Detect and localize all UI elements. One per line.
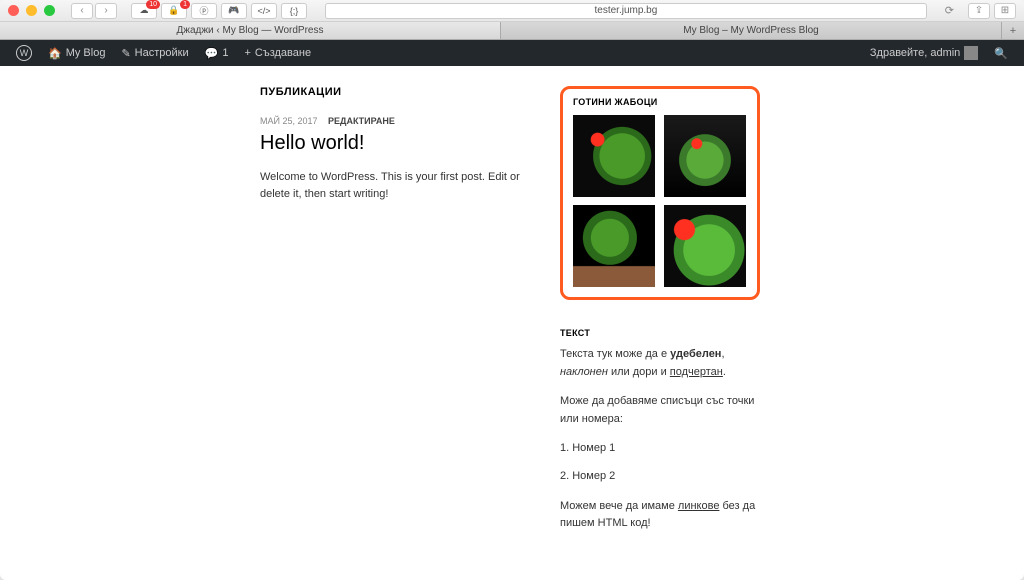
text-paragraph: Може да добавяме списъци със точки или н… — [560, 393, 760, 428]
bookmarks-icon[interactable]: ☁10 — [131, 3, 157, 19]
gallery-thumb[interactable] — [573, 205, 655, 287]
new-tab-button[interactable]: + — [1002, 22, 1024, 39]
browser-tab[interactable]: Джаджи ‹ My Blog — WordPress — [0, 22, 501, 39]
frog-image — [573, 205, 655, 287]
gallery-thumb[interactable] — [664, 205, 746, 287]
badge-count: 1 — [180, 0, 190, 9]
window-zoom-button[interactable] — [44, 5, 55, 16]
widget-title: ТЕКСТ — [560, 328, 760, 338]
wp-logo-menu[interactable]: W — [8, 45, 40, 61]
list-item: 2. Номер 2 — [560, 468, 760, 486]
post-body: Welcome to WordPress. This is your first… — [260, 169, 540, 202]
gallery-widget: ГОТИНИ ЖАБОЦИ — [560, 86, 760, 300]
dev-icon[interactable]: {;} — [281, 3, 307, 19]
gamepad-icon[interactable]: 🎮 — [221, 3, 247, 19]
browser-tabs: Джаджи ‹ My Blog — WordPress My Blog – M… — [0, 22, 1024, 40]
browser-titlebar: ‹ › ☁10 🔒1 ⓟ 🎮 </> {;} tester.jump.bg ⟳ … — [0, 0, 1024, 22]
share-icon[interactable]: ⇪ — [968, 3, 990, 19]
site-name-menu[interactable]: 🏠 My Blog — [40, 47, 113, 60]
gallery-thumb[interactable] — [664, 115, 746, 197]
text-widget: ТЕКСТ Текста тук може да е удебелен, нак… — [560, 328, 760, 533]
widget-title: ГОТИНИ ЖАБОЦИ — [573, 97, 747, 107]
url-bar[interactable]: tester.jump.bg — [325, 3, 927, 19]
pinterest-icon[interactable]: ⓟ — [191, 3, 217, 19]
text-paragraph: Можем вече да имаме линкове без да пишем… — [560, 498, 760, 533]
nav-back-button[interactable]: ‹ — [71, 3, 93, 19]
customize-link[interactable]: ✎ Настройки — [113, 47, 196, 60]
edit-link[interactable]: РЕДАКТИРАНЕ — [328, 116, 395, 126]
comments-link[interactable]: 💬 1 — [197, 47, 237, 60]
browser-tab[interactable]: My Blog – My WordPress Blog — [501, 22, 1002, 39]
site-name: My Blog — [66, 47, 106, 59]
wordpress-logo-icon: W — [16, 45, 32, 61]
tabs-icon[interactable]: ⊞ — [994, 3, 1016, 19]
post-date: МАЙ 25, 2017 — [260, 116, 318, 126]
nav-forward-button[interactable]: › — [95, 3, 117, 19]
window-close-button[interactable] — [8, 5, 19, 16]
section-heading: ПУБЛИКАЦИИ — [260, 86, 540, 98]
window-minimize-button[interactable] — [26, 5, 37, 16]
gallery-thumb[interactable] — [573, 115, 655, 197]
search-toggle[interactable]: 🔍 — [986, 47, 1016, 60]
badge-count: 10 — [146, 0, 160, 9]
customize-label: Настройки — [135, 47, 189, 59]
list-item: 1. Номер 1 — [560, 440, 760, 458]
wp-admin-bar: W 🏠 My Blog ✎ Настройки 💬 1 + Създаване … — [0, 40, 1024, 66]
inline-link[interactable]: линкове — [678, 500, 720, 512]
greeting-text: Здравейте, admin — [870, 47, 960, 59]
ordered-list: 1. Номер 1 2. Номер 2 — [560, 440, 760, 485]
comments-count: 1 — [222, 47, 228, 59]
frog-image — [664, 205, 746, 287]
lock-icon[interactable]: 🔒1 — [161, 3, 187, 19]
new-content-menu[interactable]: + Създаване — [236, 47, 319, 59]
frog-image — [573, 115, 655, 197]
url-text: tester.jump.bg — [594, 5, 657, 16]
user-greeting[interactable]: Здравейте, admin — [862, 46, 986, 60]
post-meta: МАЙ 25, 2017 РЕДАКТИРАНЕ — [260, 116, 540, 126]
tab-label: Джаджи ‹ My Blog — WordPress — [177, 25, 324, 36]
avatar — [964, 46, 978, 60]
post-title[interactable]: Hello world! — [260, 132, 540, 155]
text-paragraph: Текста тук може да е удебелен, наклонен … — [560, 346, 760, 381]
reload-icon[interactable]: ⟳ — [945, 4, 954, 17]
code-icon[interactable]: </> — [251, 3, 277, 19]
tab-label: My Blog – My WordPress Blog — [683, 25, 818, 36]
new-label: Създаване — [255, 47, 311, 59]
frog-image — [664, 115, 746, 197]
